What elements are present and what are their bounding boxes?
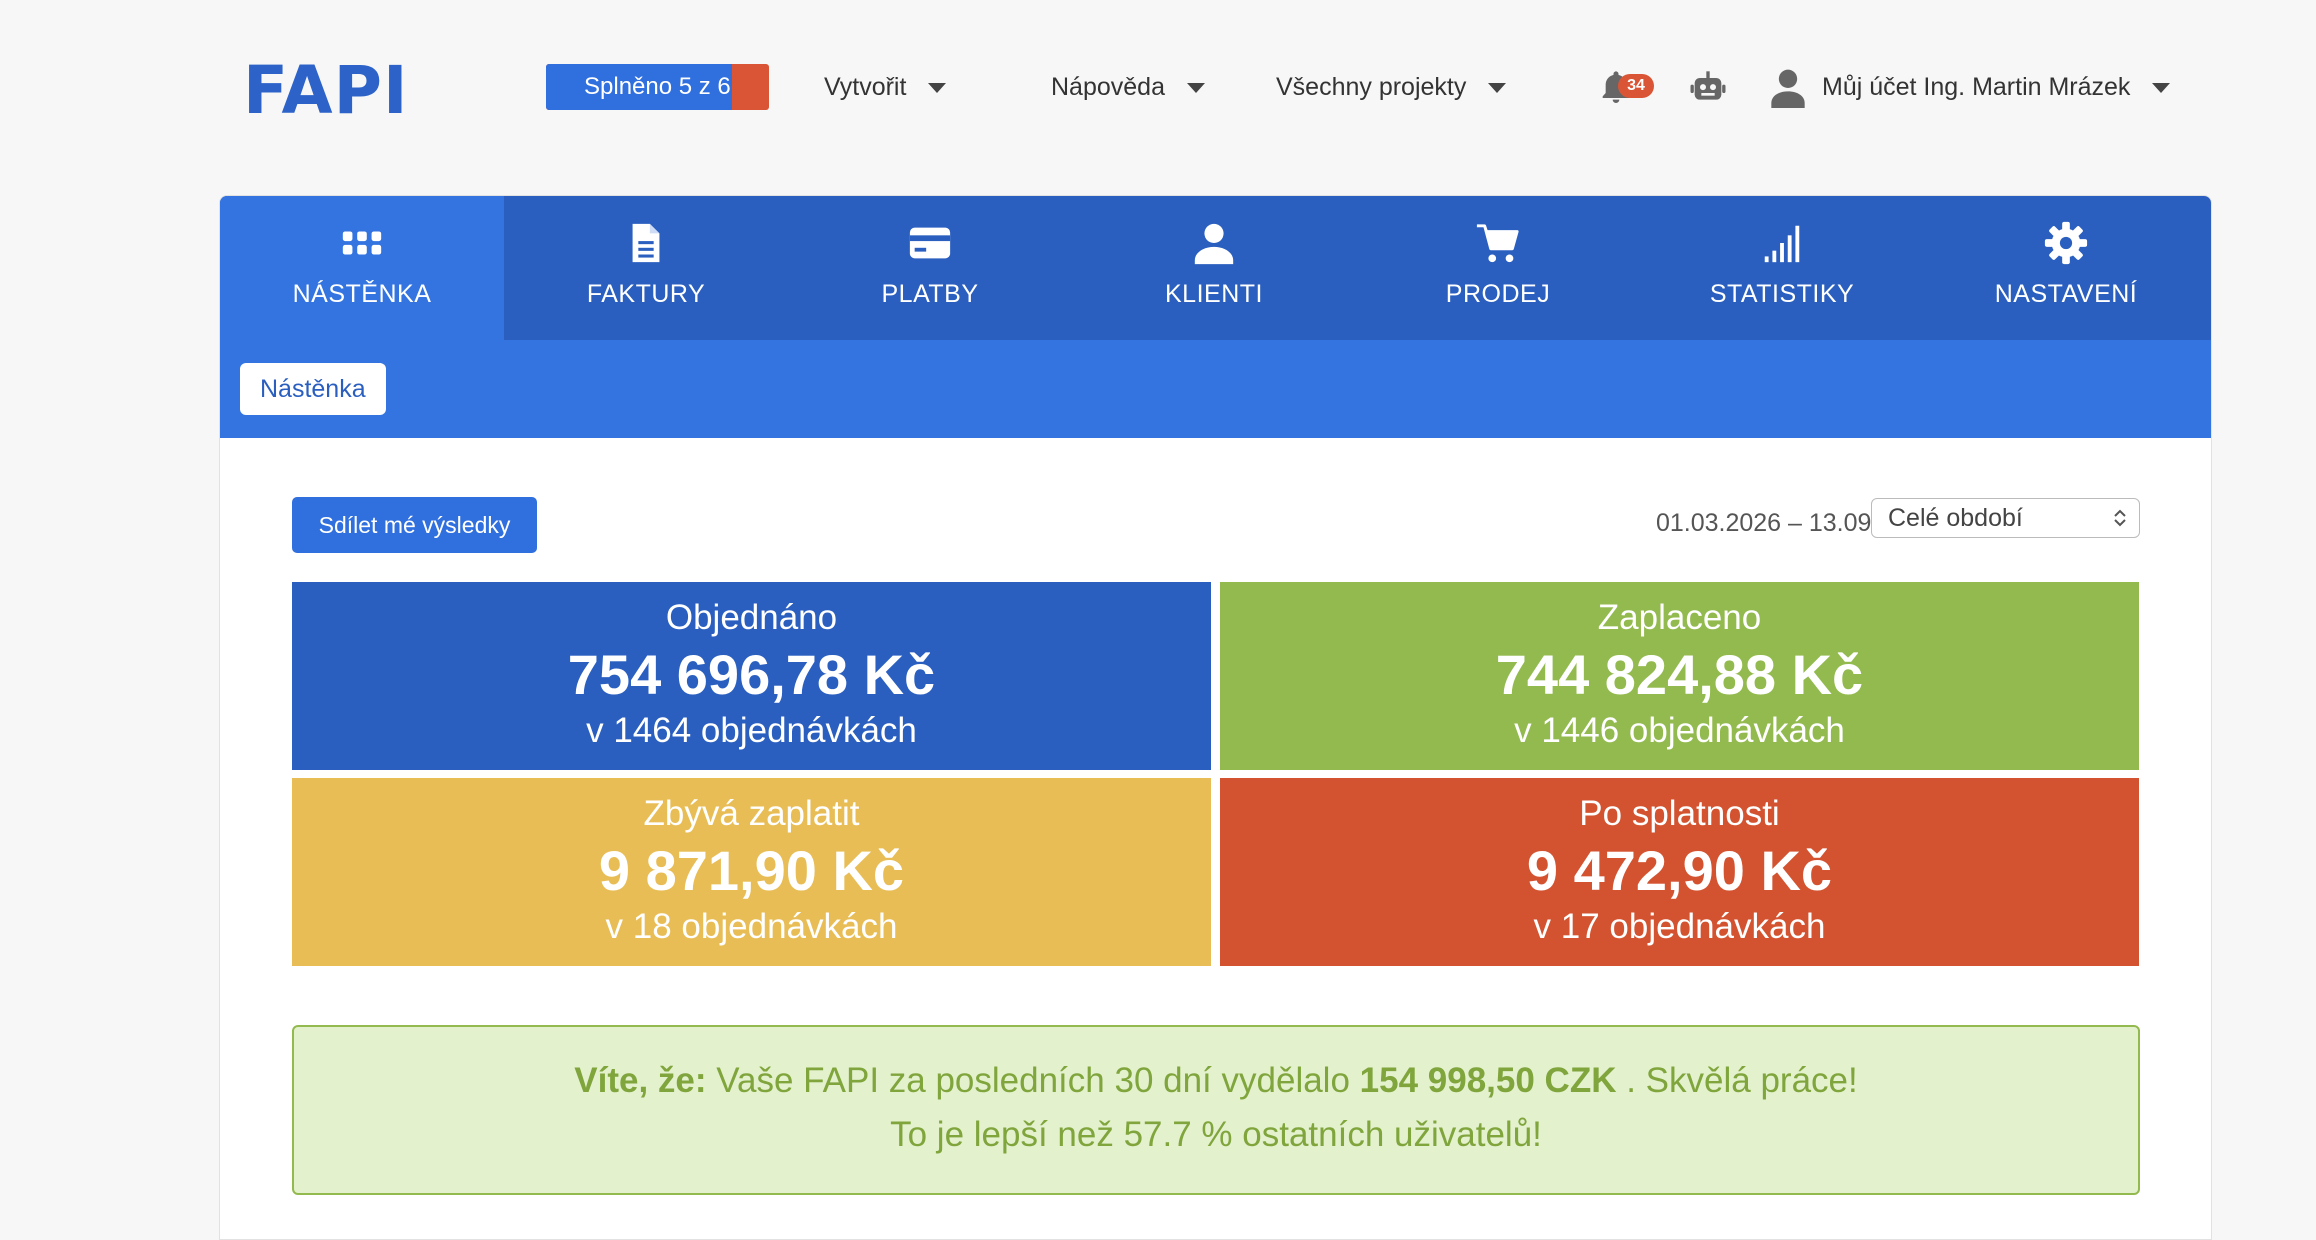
period-select-value: Celé období xyxy=(1888,504,2023,532)
create-menu[interactable]: Vytvořit xyxy=(824,64,947,110)
select-arrows-icon xyxy=(2114,509,2126,527)
kpi-card-paid: Zaplaceno 744 824,88 Kč v 1446 objednávk… xyxy=(1220,582,2139,770)
projects-menu[interactable]: Všechny projekty xyxy=(1276,64,1507,110)
credit-card-icon xyxy=(909,227,951,259)
tab-label: PRODEJ xyxy=(1445,280,1551,308)
card-value: 9 472,90 Kč xyxy=(1526,839,1833,902)
earnings-info-box: Víte, že: Vaše FAPI za posledních 30 dní… xyxy=(292,1025,2140,1195)
kpi-card-remaining: Zbývá zaplatit 9 871,90 Kč v 18 objednáv… xyxy=(292,778,1211,966)
tab-sales[interactable]: PRODEJ xyxy=(1356,196,1640,340)
card-title: Objednáno xyxy=(665,598,838,637)
info-text-end: . Skvělá práce! xyxy=(1626,1061,1858,1100)
sub-navigation: Nástěnka xyxy=(220,340,2211,438)
main-tabs: NÁSTĚNKA FAKTURY PLATBY KLIENTI PRODEJ S… xyxy=(220,196,2211,340)
info-amount: 154 998,50 CZK xyxy=(1359,1061,1617,1100)
card-title: Zbývá zaplatit xyxy=(643,794,860,833)
card-subtitle: v 18 objednávkách xyxy=(605,907,898,946)
tab-label: NÁSTĚNKA xyxy=(292,280,432,308)
chevron-down-icon xyxy=(2152,83,2171,94)
create-menu-label: Vytvořit xyxy=(824,73,907,101)
account-menu[interactable]: Můj účet Ing. Martin Mrázek xyxy=(1822,64,2171,110)
info-prefix: Víte, že: xyxy=(574,1061,707,1100)
fapi-logo[interactable]: FAPI xyxy=(243,52,409,129)
user-icon xyxy=(1771,69,1805,108)
card-value: 754 696,78 Kč xyxy=(567,643,936,706)
progress-label: Splněno 5 z 6 xyxy=(584,73,731,100)
shopping-cart-icon xyxy=(1476,224,1519,263)
invoice-document-icon xyxy=(632,223,660,263)
period-select[interactable]: Celé období xyxy=(1871,498,2140,538)
account-menu-label: Můj účet Ing. Martin Mrázek xyxy=(1822,73,2131,101)
tab-payments[interactable]: PLATBY xyxy=(788,196,1072,340)
card-title: Po splatnosti xyxy=(1579,794,1780,833)
share-results-button[interactable]: Sdílet mé výsledky xyxy=(292,497,537,553)
card-title: Zaplaceno xyxy=(1597,598,1762,637)
subnav-item-dashboard[interactable]: Nástěnka xyxy=(240,363,386,415)
help-menu-label: Nápověda xyxy=(1051,73,1165,101)
chevron-down-icon xyxy=(928,83,947,94)
info-text: Vaše FAPI za posledních 30 dní vydělalo xyxy=(716,1061,1350,1100)
gear-icon xyxy=(2044,221,2088,265)
info-line-1: Víte, že: Vaše FAPI za posledních 30 dní… xyxy=(294,1061,2138,1101)
tab-label: PLATBY xyxy=(881,280,979,308)
tab-statistics[interactable]: STATISTIKY xyxy=(1640,196,1924,340)
tab-label: NASTAVENÍ xyxy=(1994,280,2138,308)
onboarding-progress[interactable]: Splněno 5 z 6 xyxy=(546,64,769,110)
info-line-2: To je lepší než 57.7 % ostatních uživate… xyxy=(890,1115,1542,1154)
dashboard-grid-icon xyxy=(342,231,382,255)
card-value: 744 824,88 Kč xyxy=(1495,643,1864,706)
kpi-card-ordered: Objednáno 754 696,78 Kč v 1464 objednávk… xyxy=(292,582,1211,770)
notification-count-badge: 34 xyxy=(1618,74,1654,98)
kpi-card-overdue: Po splatnosti 9 472,90 Kč v 17 objednávk… xyxy=(1220,778,2139,966)
robot-icon[interactable] xyxy=(1688,68,1728,108)
tab-dashboard[interactable]: NÁSTĚNKA xyxy=(220,196,504,340)
card-subtitle: v 17 objednávkách xyxy=(1533,907,1826,946)
chevron-down-icon xyxy=(1186,83,1205,94)
projects-menu-label: Všechny projekty xyxy=(1276,73,1467,101)
main-panel: NÁSTĚNKA FAKTURY PLATBY KLIENTI PRODEJ S… xyxy=(219,195,2212,1240)
help-menu[interactable]: Nápověda xyxy=(1051,64,1205,110)
signal-bars-icon xyxy=(1764,225,1800,263)
card-subtitle: v 1446 objednávkách xyxy=(1514,711,1845,750)
top-header: FAPI Splněno 5 z 6 Vytvořit Nápověda Vše… xyxy=(0,0,2316,175)
chevron-down-icon xyxy=(1488,83,1507,94)
tab-label: FAKTURY xyxy=(586,280,706,308)
tab-invoices[interactable]: FAKTURY xyxy=(504,196,788,340)
user-icon xyxy=(1194,223,1234,265)
card-subtitle: v 1464 objednávkách xyxy=(586,711,917,750)
card-value: 9 871,90 Kč xyxy=(598,839,905,902)
tab-clients[interactable]: KLIENTI xyxy=(1072,196,1356,340)
tab-label: KLIENTI xyxy=(1165,280,1263,308)
tab-settings[interactable]: NASTAVENÍ xyxy=(1924,196,2208,340)
tab-label: STATISTIKY xyxy=(1709,280,1855,308)
